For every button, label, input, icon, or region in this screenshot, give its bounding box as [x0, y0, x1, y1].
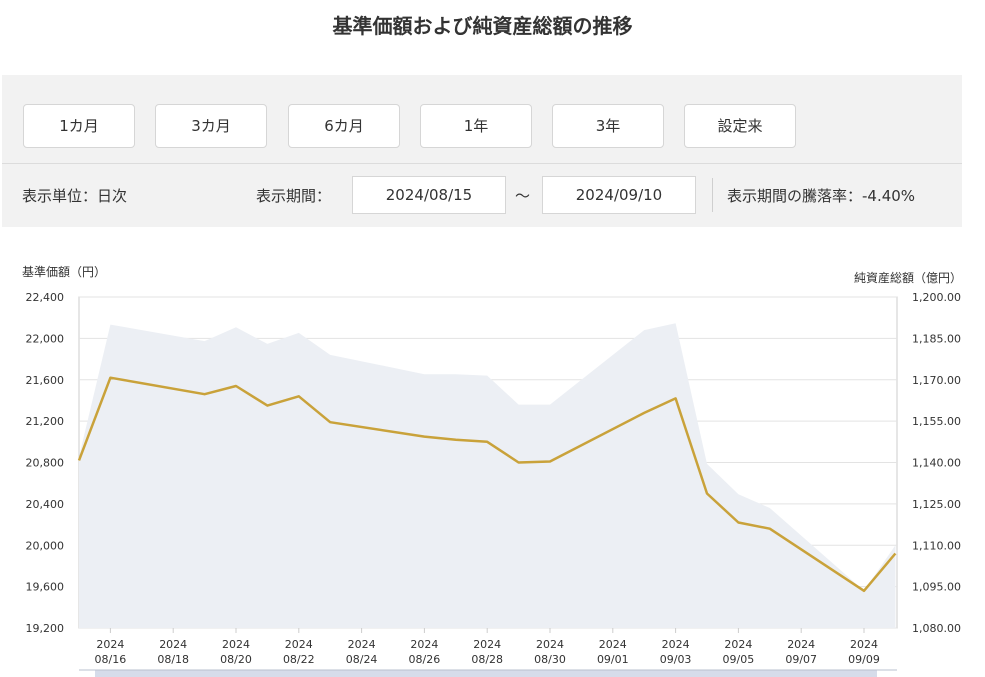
date-from-field[interactable]: 2024/08/15: [352, 176, 506, 214]
x-tick-label-year: 2024: [724, 638, 752, 651]
period-1month-button[interactable]: 1カ月: [23, 104, 135, 148]
period-1year-button[interactable]: 1年: [420, 104, 532, 148]
x-tick-label-date: 09/05: [723, 653, 755, 666]
range-navigator: [95, 670, 877, 677]
page-title: 基準価額および純資産総額の推移: [332, 14, 633, 38]
x-tick-label-year: 2024: [285, 638, 313, 651]
y2-tick-label: 1,095.00: [912, 581, 961, 594]
x-tick-label-year: 2024: [348, 638, 376, 651]
x-tick-label-date: 08/26: [409, 653, 441, 666]
y-tick-label: 22,000: [26, 332, 65, 345]
change-rate-text: 表示期間の騰落率：-4.40%: [727, 187, 916, 205]
y2-tick-label: 1,200.00: [912, 291, 961, 304]
period-3month-button[interactable]: 3カ月: [155, 104, 267, 148]
x-tick-label-year: 2024: [599, 638, 627, 651]
date-to-field[interactable]: 2024/09/10: [542, 176, 696, 214]
y-tick-label: 19,200: [26, 622, 65, 635]
x-tick-label-year: 2024: [473, 638, 501, 651]
period-3year-button[interactable]: 3年: [552, 104, 664, 148]
period-6month-button[interactable]: 6カ月: [288, 104, 400, 148]
x-tick-label-date: 09/07: [785, 653, 817, 666]
x-tick-label-year: 2024: [159, 638, 187, 651]
y-tick-label: 20,800: [26, 457, 65, 470]
y2-tick-label: 1,155.00: [912, 415, 961, 428]
y2-tick-label: 1,125.00: [912, 498, 961, 511]
x-tick-label-date: 09/03: [660, 653, 692, 666]
x-tick-label-date: 08/18: [157, 653, 189, 666]
y-tick-label: 21,600: [26, 374, 65, 387]
x-tick-label-year: 2024: [410, 638, 438, 651]
control-panel: 1カ月 3カ月 6カ月 1年 3年 設定来 表示単位：日次 表示期間： 2024…: [2, 75, 962, 227]
x-tick-label-date: 08/24: [346, 653, 378, 666]
x-tick-label-year: 2024: [787, 638, 815, 651]
price-chart: 22,400 1,200.00 22,000 1,185.00 21,600 1,170.…: [26, 291, 961, 677]
y2-tick-label: 1,185.00: [912, 332, 961, 345]
x-tick-label-date: 09/01: [597, 653, 629, 666]
y2-tick-label: 1,170.00: [912, 374, 961, 387]
x-tick-label-year: 2024: [222, 638, 250, 651]
vertical-separator: [712, 178, 713, 212]
y-tick-label: 20,400: [26, 498, 65, 511]
x-tick-label-year: 2024: [96, 638, 124, 651]
x-tick-label-date: 08/30: [534, 653, 566, 666]
y-tick-label: 20,000: [26, 539, 65, 552]
x-tick-label-year: 2024: [536, 638, 564, 651]
y-tick-label: 21,200: [26, 415, 65, 428]
y2-tick-label: 1,080.00: [912, 622, 961, 635]
x-tick-label-date: 08/28: [471, 653, 503, 666]
date-range-separator: ～: [515, 187, 531, 205]
y-tick-label: 19,600: [26, 581, 65, 594]
x-tick-label-date: 08/16: [95, 653, 127, 666]
panel-divider: [2, 163, 962, 164]
x-tick-label-date: 08/20: [220, 653, 252, 666]
display-period-label: 表示期間：: [256, 187, 332, 205]
x-tick-label-year: 2024: [662, 638, 690, 651]
y2-tick-label: 1,110.00: [912, 539, 961, 552]
y2-tick-label: 1,140.00: [912, 457, 961, 470]
display-unit-label: 表示単位：日次: [22, 187, 128, 205]
x-tick-label-year: 2024: [850, 638, 878, 651]
period-inception-button[interactable]: 設定来: [684, 104, 796, 148]
y-tick-label: 22,400: [26, 291, 65, 304]
x-tick-label-date: 08/22: [283, 653, 315, 666]
x-tick-label-date: 09/09: [848, 653, 880, 666]
